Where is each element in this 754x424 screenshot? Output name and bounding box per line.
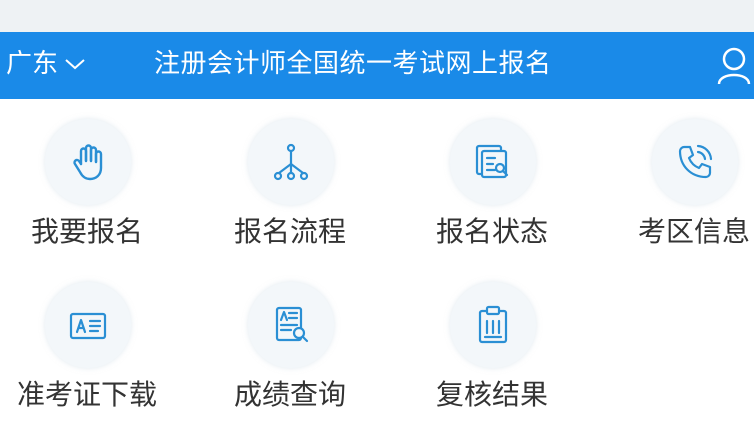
hand-icon [73, 144, 103, 181]
menu-item-review-result[interactable]: 复核结果 [402, 268, 582, 418]
menu-item-label: 成绩查询 [233, 378, 346, 411]
clipboard-icon [478, 305, 508, 344]
menu-item-label: 报名状态 [435, 215, 548, 248]
page-title: 注册会计师全国统一考试网上报名 [154, 49, 552, 79]
menu-item-label: 准考证下载 [16, 378, 157, 411]
id-card-icon [69, 312, 107, 340]
flow-icon [273, 143, 309, 181]
region-selector[interactable]: 广东 [6, 48, 86, 80]
menu-item-process[interactable]: 报名流程 [200, 105, 380, 255]
menu-item-apply[interactable]: 我要报名 [0, 105, 177, 255]
menu-item-exam-area[interactable]: 考区信息 [604, 105, 754, 255]
region-label: 广东 [6, 49, 59, 79]
menu-item-admission-ticket[interactable]: 准考证下载 [0, 268, 177, 418]
user-icon[interactable] [716, 46, 752, 86]
menu-item-score-query[interactable]: 成绩查询 [200, 268, 380, 418]
menu-item-status[interactable]: 报名状态 [402, 105, 582, 255]
score-search-icon [275, 306, 309, 343]
menu-item-label: 我要报名 [30, 215, 143, 248]
phone-icon [678, 144, 713, 179]
menu-item-label: 考区信息 [637, 215, 750, 248]
status-doc-icon [475, 144, 509, 179]
status-bar [0, 0, 754, 32]
menu-item-label: 报名流程 [233, 215, 346, 248]
menu-item-label: 复核结果 [435, 378, 548, 411]
app-header: 广东 注册会计师全国统一考试网上报名 [0, 32, 754, 99]
chevron-down-icon [65, 59, 85, 70]
